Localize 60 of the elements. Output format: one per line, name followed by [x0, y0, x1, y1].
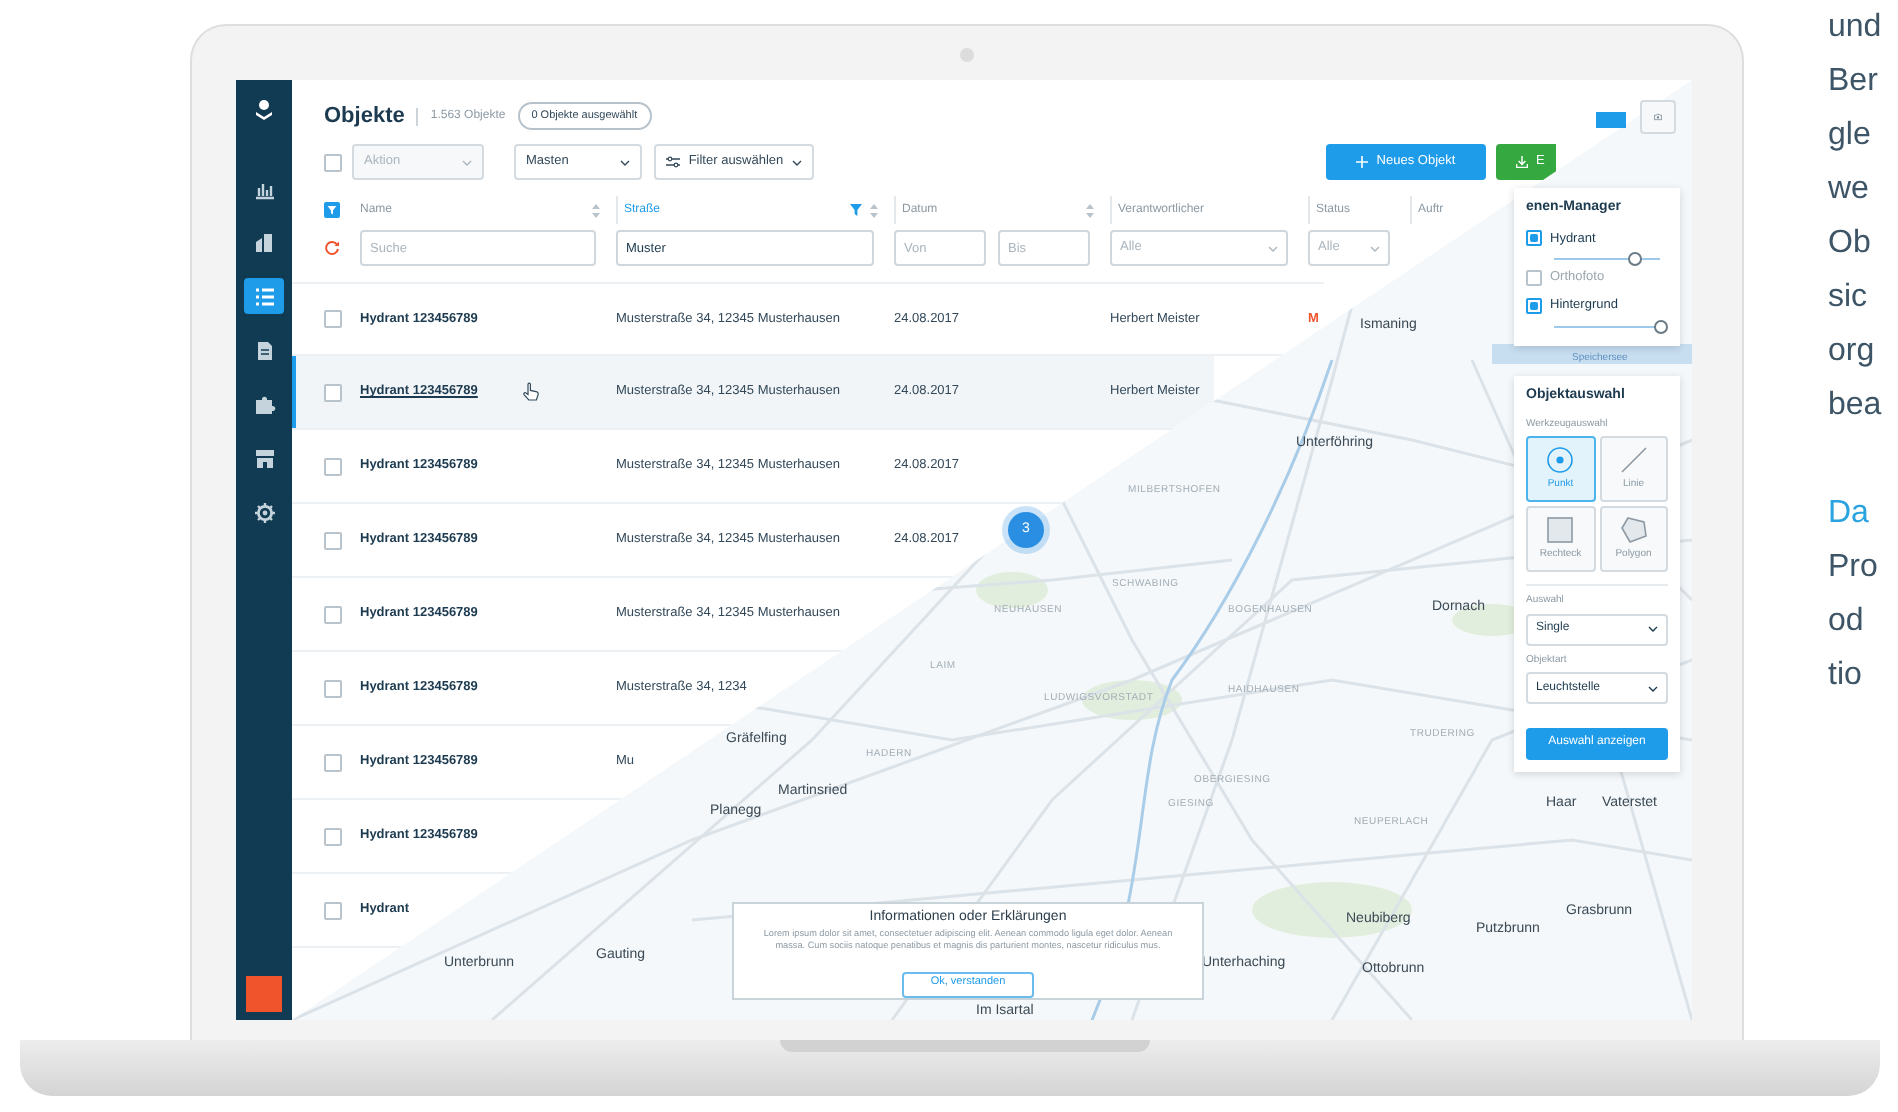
caret-icon: [620, 159, 630, 165]
body-text: Pro: [1828, 548, 1880, 588]
body-text: Ob: [1828, 224, 1873, 264]
gear-icon: [253, 501, 275, 523]
row-checkbox[interactable]: [324, 753, 342, 771]
map-tab[interactable]: [1596, 112, 1626, 128]
body-text: sic: [1828, 278, 1870, 318]
body-text: bea: [1828, 386, 1882, 426]
row-checkbox[interactable]: [324, 827, 342, 845]
body-text: gle: [1828, 116, 1873, 156]
row-checkbox[interactable]: [324, 531, 342, 549]
reset-icon: [324, 240, 340, 256]
page-title: Objekte: [324, 101, 405, 132]
slider-thumb[interactable]: [1627, 252, 1642, 267]
buildings-icon: [253, 231, 275, 253]
row-checkbox[interactable]: [324, 457, 342, 475]
caret-icon: [1268, 245, 1278, 251]
puzzle-icon: [253, 393, 275, 415]
filter-toggle-icon: [324, 202, 340, 218]
section-heading: Da: [1828, 494, 1871, 534]
store-icon: [253, 447, 275, 469]
download-icon: [1516, 156, 1528, 168]
caret-icon: [1370, 245, 1380, 251]
checkbox[interactable]: [1526, 297, 1542, 314]
hand-cursor-icon: [521, 382, 540, 402]
sort-icon: [1086, 203, 1094, 217]
caret-icon: [462, 159, 472, 165]
camera-icon: [1654, 110, 1662, 124]
row-checkbox[interactable]: [324, 679, 342, 697]
row-checkbox[interactable]: [324, 383, 342, 401]
body-text: und: [1828, 8, 1882, 48]
body-text: tio: [1828, 656, 1864, 696]
body-text: org: [1828, 332, 1877, 372]
slider-thumb[interactable]: [1654, 319, 1668, 334]
sort-icon: [592, 203, 600, 217]
row-checkbox[interactable]: [324, 605, 342, 623]
line-icon: [1619, 445, 1648, 474]
sort-icon: [870, 203, 878, 217]
logo-icon: [253, 97, 275, 119]
list-icon: [253, 285, 275, 307]
body-text: we: [1828, 170, 1871, 210]
row-checkbox[interactable]: [324, 310, 342, 328]
caret-icon: [791, 159, 802, 165]
body-text: od: [1828, 602, 1866, 642]
screenshot-button[interactable]: [1640, 100, 1676, 134]
row-checkbox[interactable]: [324, 901, 342, 919]
checkbox[interactable]: [1526, 270, 1542, 287]
point-icon: [1546, 445, 1575, 474]
plus-icon: [1356, 156, 1369, 168]
sidebar-footer-button[interactable]: [246, 976, 282, 1012]
document-icon: [253, 339, 275, 361]
checkbox[interactable]: [1526, 230, 1542, 247]
sliders-icon: [666, 156, 680, 168]
filter-icon: [850, 204, 862, 216]
caret-icon: [1648, 626, 1658, 632]
polygon-icon: [1619, 515, 1648, 544]
caret-icon: [1648, 685, 1658, 691]
body-text: Ber: [1828, 62, 1880, 102]
select-all-checkbox[interactable]: [324, 153, 342, 171]
square-icon: [1546, 515, 1575, 544]
